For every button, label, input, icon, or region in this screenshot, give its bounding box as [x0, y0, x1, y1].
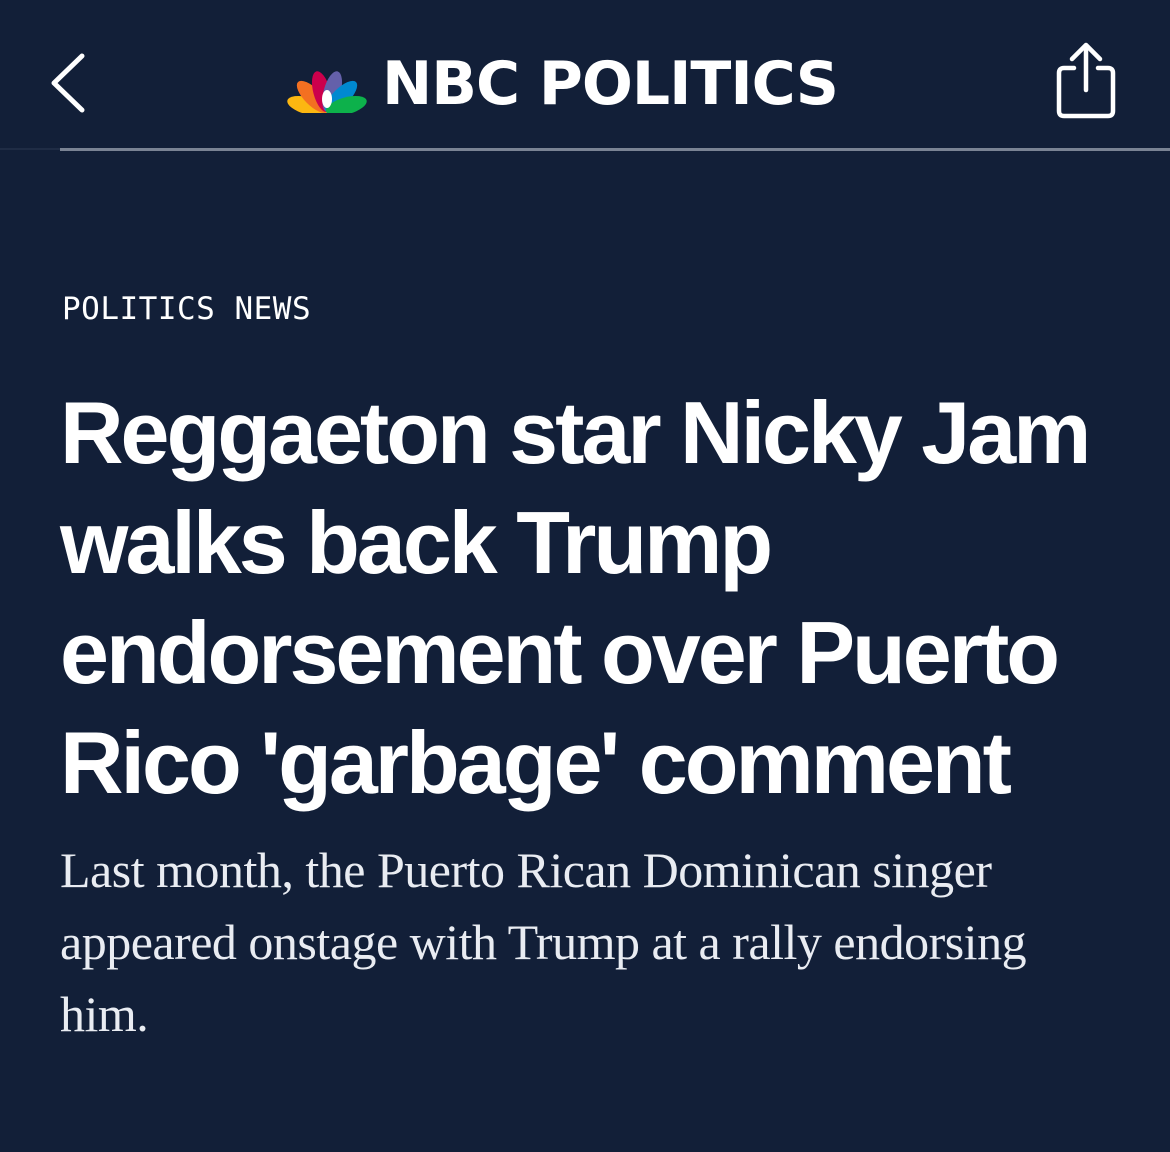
nbc-peacock-icon [287, 71, 367, 113]
nbc-politics-logo: NBC POLITICS [284, 49, 839, 119]
header-divider-left [0, 148, 60, 150]
share-button[interactable] [1050, 40, 1122, 122]
article-headline: Reggaeton star Nicky Jam walks back Trum… [60, 383, 1091, 812]
share-icon [1056, 42, 1116, 119]
top-nav-bar: NBC POLITICS [0, 0, 1170, 150]
back-button[interactable] [40, 46, 100, 120]
section-label[interactable]: POLITICS NEWS [62, 290, 311, 328]
header-divider [60, 148, 1170, 151]
brand-name: NBC POLITICS [382, 49, 839, 119]
article-summary: Last month, the Puerto Rican Dominican s… [60, 842, 1027, 1042]
chevron-left-icon [51, 53, 85, 113]
